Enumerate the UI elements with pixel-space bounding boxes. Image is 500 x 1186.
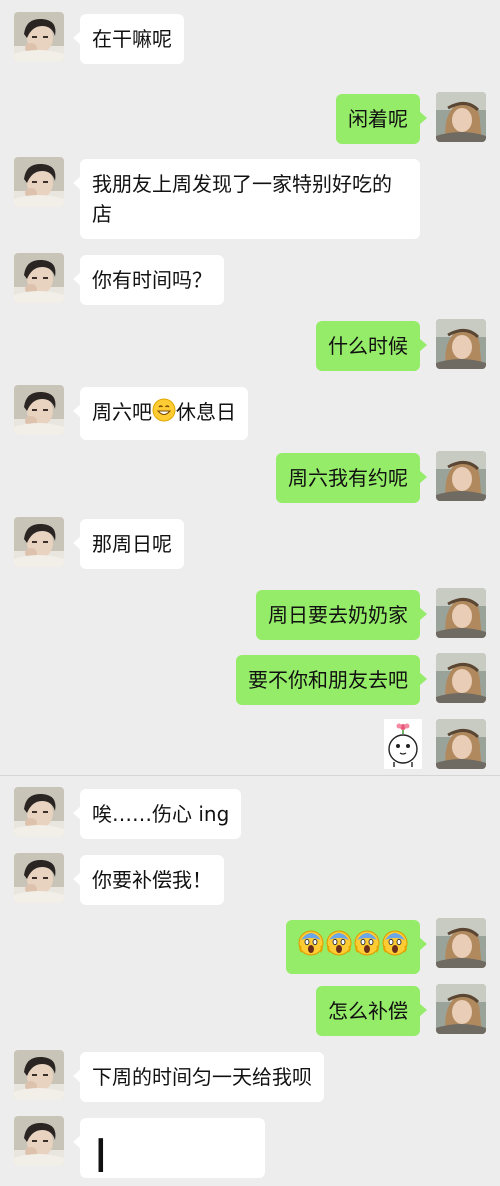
message-text: 周六吧: [92, 400, 152, 424]
section-divider: [0, 775, 500, 776]
message-text: 你要补偿我！: [92, 868, 212, 892]
my-avatar[interactable]: [436, 918, 486, 968]
message-row: 我朋友上周发现了一家特别好吃的店: [0, 157, 500, 239]
message-row: 什么时候: [0, 319, 500, 371]
incoming-message-bubble[interactable]: 那周日呢: [73, 519, 184, 569]
message-row: [0, 719, 500, 771]
message-row: 你要补偿我！: [0, 853, 500, 905]
incoming-message-bubble[interactable]: I: [73, 1118, 265, 1183]
message-text: I: [94, 1129, 108, 1183]
message-text: 你有时间吗？: [92, 268, 212, 292]
message-row: 那周日呢: [0, 517, 500, 569]
outgoing-message-bubble[interactable]: 要不你和朋友去吧: [236, 655, 427, 705]
message-text: 闲着呢: [348, 107, 408, 131]
incoming-message-bubble[interactable]: 周六吧 休息日: [73, 387, 248, 440]
outgoing-message-bubble[interactable]: 怎么补偿: [316, 986, 427, 1036]
contact-avatar[interactable]: [14, 1050, 64, 1100]
message-row: 闲着呢: [0, 92, 500, 144]
message-row: 周日要去奶奶家: [0, 588, 500, 640]
message-text: 唉……伤心 ing: [92, 802, 230, 826]
message-row: 你有时间吗？: [0, 253, 500, 305]
incoming-message-bubble[interactable]: 在干嘛呢: [73, 14, 184, 64]
message-text: 要不你和朋友去吧: [248, 668, 408, 692]
outgoing-message-bubble[interactable]: 周日要去奶奶家: [256, 590, 427, 640]
message-row: 唉……伤心 ing: [0, 787, 500, 839]
contact-avatar[interactable]: [14, 517, 64, 567]
message-row: 怎么补偿: [0, 984, 500, 1036]
outgoing-message-bubble[interactable]: 闲着呢: [336, 94, 427, 144]
message-text: 休息日: [176, 400, 236, 424]
grin-emoji-icon: [152, 398, 176, 430]
outgoing-message-bubble[interactable]: [286, 920, 427, 974]
message-text: 我朋友上周发现了一家特别好吃的店: [92, 172, 392, 226]
message-text: 周日要去奶奶家: [268, 603, 408, 627]
my-avatar[interactable]: [436, 92, 486, 142]
screaming-face-emoji-icon: [326, 930, 352, 964]
contact-avatar[interactable]: [14, 385, 64, 435]
incoming-message-bubble[interactable]: 我朋友上周发现了一家特别好吃的店: [73, 159, 420, 239]
incoming-message-bubble[interactable]: 唉……伤心 ing: [72, 789, 242, 839]
message-row: 在干嘛呢: [0, 12, 500, 64]
my-avatar[interactable]: [436, 984, 486, 1034]
my-avatar[interactable]: [436, 588, 486, 638]
my-avatar[interactable]: [436, 719, 486, 769]
outgoing-message-bubble[interactable]: 什么时候: [316, 321, 427, 371]
message-row: 要不你和朋友去吧: [0, 653, 500, 705]
contact-avatar[interactable]: [14, 853, 64, 903]
screaming-face-emoji-icon: [382, 930, 408, 964]
outgoing-message-bubble[interactable]: 周六我有约呢: [276, 453, 427, 503]
contact-avatar[interactable]: [14, 12, 64, 62]
message-row: 下周的时间匀一天给我呗: [0, 1050, 500, 1102]
message-row: 周六吧 休息日: [0, 385, 500, 440]
message-text: 在干嘛呢: [92, 27, 172, 51]
message-text: 下周的时间匀一天给我呗: [92, 1065, 312, 1089]
incoming-message-bubble[interactable]: 你要补偿我！: [73, 855, 224, 905]
message-text: 那周日呢: [92, 532, 172, 556]
contact-avatar[interactable]: [14, 157, 64, 207]
contact-avatar[interactable]: [14, 1116, 64, 1166]
screaming-face-emoji-icon: [354, 930, 380, 964]
screaming-face-emoji-icon: [298, 930, 324, 964]
message-row: I: [0, 1116, 500, 1183]
message-text: 什么时候: [328, 334, 408, 358]
incoming-message-bubble[interactable]: 你有时间吗？: [73, 255, 224, 305]
contact-avatar[interactable]: [14, 787, 64, 837]
my-avatar[interactable]: [436, 451, 486, 501]
message-row: 周六我有约呢: [0, 451, 500, 503]
flower-head-sticker[interactable]: [384, 719, 422, 773]
message-text: 怎么补偿: [328, 999, 408, 1023]
incoming-message-bubble[interactable]: 下周的时间匀一天给我呗: [73, 1052, 324, 1102]
message-text: 周六我有约呢: [288, 466, 408, 490]
contact-avatar[interactable]: [14, 253, 64, 303]
message-row: [0, 918, 500, 974]
my-avatar[interactable]: [436, 319, 486, 369]
my-avatar[interactable]: [436, 653, 486, 703]
